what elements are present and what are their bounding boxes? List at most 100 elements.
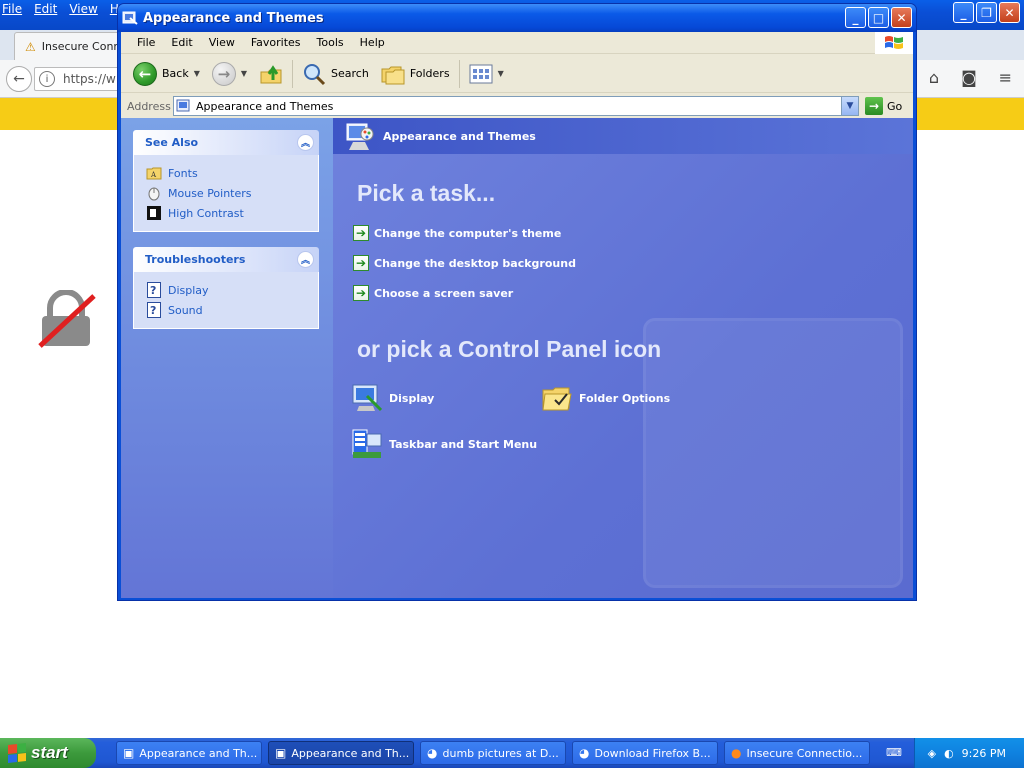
task-label: Change the desktop background [374,256,576,270]
taskbar-item-label: Download Firefox B... [594,746,711,760]
control-panel-icon: ▣ [275,746,287,760]
content-header: Appearance and Themes [333,118,913,154]
minimize-button[interactable]: _ [845,7,866,28]
system-tray: ◈ ◐ 9:26 PM [914,738,1024,768]
keyboard-icon[interactable]: ⌨ [886,746,902,760]
see-also-high-contrast-link[interactable]: High Contrast [146,203,308,223]
menu-file[interactable]: File [129,36,163,49]
firefox-minimize-button[interactable]: _ [953,2,974,23]
window-titlebar[interactable]: Appearance and Themes _ □ ✕ [118,4,916,32]
firefox-tab-label: Insecure Conne [41,40,128,53]
control-panel-icon: ▣ [123,746,135,760]
volume-icon[interactable]: ◐ [944,747,954,760]
see-also-mouse-pointers-link[interactable]: Mouse Pointers [146,183,308,203]
taskbar-start-menu-icon [352,429,382,458]
troubleshooter-sound-link[interactable]: ? Sound [146,300,308,320]
troubleshooters-header[interactable]: Troubleshooters ︽ [133,247,319,272]
info-icon[interactable]: i [39,71,55,87]
firefox-tab[interactable]: ⚠ Insecure Conne [14,32,134,60]
firefox-back-button[interactable]: ← [6,66,32,92]
dropdown-caret-icon[interactable]: ▼ [241,69,247,78]
folders-button[interactable]: Folders [375,58,456,90]
firefox-close-button[interactable]: ✕ [999,2,1020,23]
appearance-themes-icon [346,123,374,150]
see-also-fonts-link[interactable]: A Fonts [146,163,308,183]
see-also-header[interactable]: See Also ︽ [133,130,319,155]
cp-icon-taskbar-start-menu[interactable]: Taskbar and Start Menu [351,428,537,460]
task-change-theme[interactable]: ➔ Change the computer's theme [353,225,561,241]
display-icon [352,384,383,412]
go-arrow-icon: → [865,97,883,115]
watermark-checkbox-graphic [643,318,903,588]
troubleshooters-box: Troubleshooters ︽ ? Display ? Sound [133,247,319,329]
menu-help[interactable]: Help [352,36,393,49]
windows-logo-icon [875,32,913,54]
taskbar-item[interactable]: ◕ Download Firefox B... [572,741,718,765]
troubleshooter-display-link[interactable]: ? Display [146,280,308,300]
taskbar-item[interactable]: ◕ dumb pictures at D... [420,741,566,765]
hamburger-menu-icon[interactable]: ≡ [999,68,1012,87]
help-icon: ? [146,282,162,298]
search-icon [304,63,326,85]
dropdown-caret-icon[interactable]: ▼ [498,69,504,78]
address-bar: Address Appearance and Themes ▼ → Go [121,94,913,118]
folders-icon [381,66,405,84]
broken-lock-icon [38,290,96,348]
network-icon[interactable]: ◈ [928,747,936,760]
views-button[interactable]: ▼ [463,58,510,90]
cp-icon-display[interactable]: Display [351,382,434,414]
high-contrast-icon [146,205,162,221]
troubleshooters-title: Troubleshooters [145,253,246,266]
window-controls: _ □ ✕ [845,7,912,28]
address-dropdown-button[interactable]: ▼ [841,97,858,115]
views-icon [469,64,493,83]
menu-edit[interactable]: Edit [163,36,200,49]
task-label: Change the computer's theme [374,226,562,240]
taskbar-item[interactable]: ▣ Appearance and Th... [116,741,262,765]
taskbar-item[interactable]: ● Insecure Connectio... [724,741,870,765]
go-button[interactable]: → Go [865,97,902,115]
back-label: Back [162,67,189,80]
close-button[interactable]: ✕ [891,7,912,28]
go-label: Go [887,99,903,113]
forward-button[interactable]: → ▼ [206,58,253,90]
clock[interactable]: 9:26 PM [962,747,1006,760]
search-label: Search [331,67,369,80]
task-pane: See Also ︽ A Fonts Mouse Pointers High C… [121,118,333,598]
up-folder-button[interactable] [253,58,289,90]
maximize-button[interactable]: □ [868,7,889,28]
see-also-body: A Fonts Mouse Pointers High Contrast [133,155,319,232]
window-body: File Edit View Favorites Tools Help ← Ba… [121,32,913,598]
collapse-chevron-icon[interactable]: ︽ [297,251,314,268]
start-button[interactable]: start [0,738,96,768]
address-input[interactable]: Appearance and Themes ▼ [173,96,859,116]
menu-tools[interactable]: Tools [309,36,352,49]
task-screen-saver[interactable]: ➔ Choose a screen saver [353,285,513,301]
firefox-menu-file[interactable]: File [2,2,22,16]
toolbar: ← Back ▼ → ▼ Search Folders ▼ [121,55,913,93]
mouse-pointer-icon [146,185,162,201]
taskbar-item-label: Insecure Connectio... [746,746,863,760]
taskbar: start ▣ Appearance and Th... ▣ Appearanc… [0,738,1024,768]
see-also-item-label: Fonts [168,166,198,180]
svg-text:?: ? [150,284,156,297]
up-folder-icon [260,64,282,83]
menu-view[interactable]: View [201,36,243,49]
collapse-chevron-icon[interactable]: ︽ [297,134,314,151]
search-button[interactable]: Search [296,58,375,90]
pocket-icon[interactable]: ◙ [961,68,977,87]
taskbar-item-active[interactable]: ▣ Appearance and Th... [268,741,414,765]
troubleshooters-body: ? Display ? Sound [133,272,319,329]
task-change-background[interactable]: ➔ Change the desktop background [353,255,576,271]
home-icon[interactable]: ⌂ [929,68,939,87]
cp-icon-folder-options[interactable]: Folder Options [541,382,670,414]
firefox-menu-view[interactable]: View [69,2,97,16]
taskbar-item-label: Appearance and Th... [139,746,258,760]
forward-arrow-icon: → [211,61,236,86]
firefox-menu-edit[interactable]: Edit [34,2,57,16]
back-button[interactable]: ← Back ▼ [127,58,206,90]
menu-favorites[interactable]: Favorites [243,36,309,49]
firefox-maximize-button[interactable]: ❐ [976,2,997,23]
dropdown-caret-icon[interactable]: ▼ [194,69,200,78]
cp-icon-label: Display [389,391,435,405]
